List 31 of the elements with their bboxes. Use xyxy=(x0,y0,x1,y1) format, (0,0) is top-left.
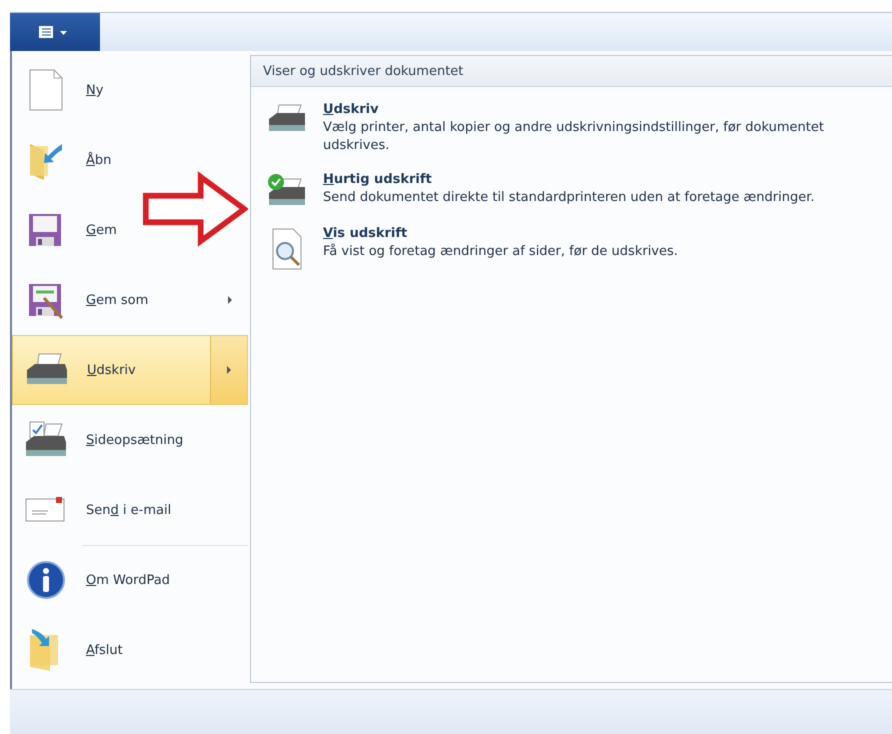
menu-item[interactable]: Afslut xyxy=(12,615,143,685)
submenu-item[interactable]: Vis udskrift Få vist og foretag ændringer af sider, før de udskrives. xyxy=(251,211,688,273)
menu-item-label: Gem som xyxy=(86,292,150,308)
submenu-item-title: Udskriv xyxy=(323,101,380,119)
menu-item-label: Udskriv xyxy=(87,362,137,378)
menu-item[interactable]: Gem som xyxy=(12,265,248,335)
submenu-title: Viser og udskriver dokumentet xyxy=(251,56,892,87)
app-menu-button[interactable] xyxy=(10,13,100,51)
menu-item[interactable]: Send i e-mail xyxy=(12,475,192,545)
submenu-item[interactable]: Hurtig udskrift Send dokumentet direkte til standardprinteren uden at foretage ændringer. xyxy=(251,157,825,211)
menu-item[interactable]: Udskriv xyxy=(12,335,248,405)
menu-item-label: Afslut xyxy=(86,642,123,658)
submenu-item-title: Hurtig udskrift xyxy=(323,171,433,189)
menu-item-label: Om WordPad xyxy=(86,572,171,588)
menu-item[interactable]: Sideopsætning xyxy=(12,405,204,475)
submenu-item-description: Send dokumentet direkte til standardprinteren uden at foretage ændringer. xyxy=(323,189,815,207)
menu-item-label: Send i e-mail xyxy=(86,502,172,518)
submenu-item-title: Vis udskrift xyxy=(323,225,408,243)
menu-item[interactable]: Ny xyxy=(12,55,124,125)
menu-item[interactable]: Åbn xyxy=(12,125,132,195)
document-icon xyxy=(28,68,64,112)
submenu-item[interactable]: Udskriv Vælg printer, antal kopier og andre udskrivningsindstillinger, før dokumentet udskrives. xyxy=(251,87,853,157)
menu-item-label: Sideopsætning xyxy=(86,432,184,448)
arrow-icon xyxy=(142,171,248,247)
menu-item-label: Gem xyxy=(86,222,117,238)
submenu-item-description: Få vist og foretag ændringer af sider, før de udskrives. xyxy=(323,243,678,261)
submenu-item-description: Vælg printer, antal kopier og andre udskrivningsindstillinger, før dokumentet udskrives. xyxy=(323,119,825,155)
menu-item-label: Åbn xyxy=(86,152,112,168)
menu-item-label: Ny xyxy=(86,82,104,98)
menu-item[interactable]: Gem xyxy=(12,195,137,265)
info-icon xyxy=(26,560,66,600)
